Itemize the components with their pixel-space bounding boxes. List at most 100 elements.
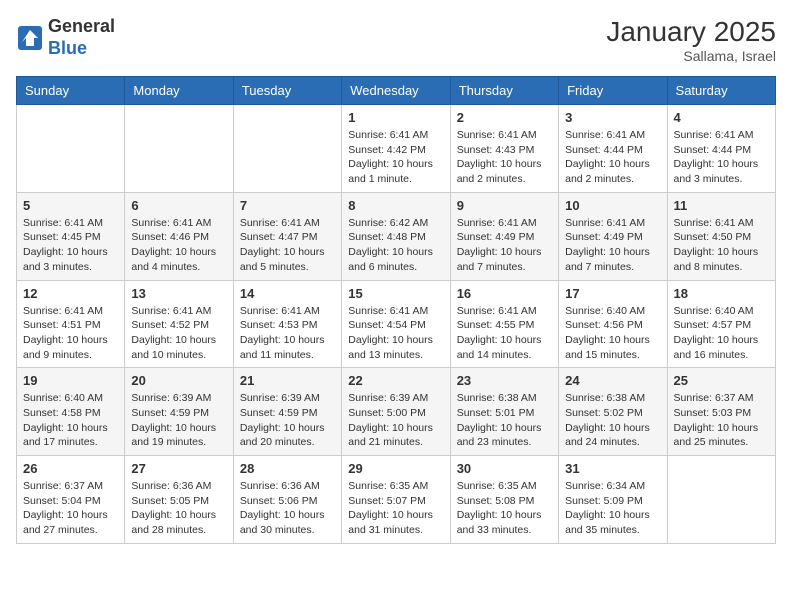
day-info: Sunrise: 6:36 AMSunset: 5:06 PMDaylight:…	[240, 479, 335, 538]
calendar-cell	[125, 105, 233, 193]
calendar-cell: 31 Sunrise: 6:34 AMSunset: 5:09 PMDayligh…	[559, 456, 667, 544]
calendar-cell	[233, 105, 341, 193]
month-year-title: January 2025	[606, 16, 776, 48]
day-number: 31	[565, 461, 660, 476]
day-info: Sunrise: 6:42 AMSunset: 4:48 PMDaylight:…	[348, 216, 443, 275]
calendar-cell: 6Sunrise: 6:41 AMSunset: 4:46 PMDaylight…	[125, 192, 233, 280]
logo-blue-text: Blue	[48, 38, 87, 58]
logo-icon	[16, 24, 44, 52]
day-number: 5	[23, 198, 118, 213]
day-info: Sunrise: 6:40 AMSunset: 4:57 PMDaylight:…	[674, 304, 769, 363]
calendar-week-row: 1 Sunrise: 6:41 AMSunset: 4:42 PMDaylight…	[17, 105, 776, 193]
day-info: Sunrise: 6:37 AMSunset: 5:03 PMDaylight:…	[674, 391, 769, 450]
day-info: Sunrise: 6:35 AMSunset: 5:08 PMDaylight:…	[457, 479, 552, 538]
day-number: 20	[131, 373, 226, 388]
calendar-cell: 15 Sunrise: 6:41 AMSunset: 4:54 PMDayligh…	[342, 280, 450, 368]
calendar-cell: 2 Sunrise: 6:41 AMSunset: 4:43 PMDaylight…	[450, 105, 558, 193]
day-number: 30	[457, 461, 552, 476]
calendar-cell: 5Sunrise: 6:41 AMSunset: 4:45 PMDaylight…	[17, 192, 125, 280]
day-number: 24	[565, 373, 660, 388]
calendar-cell: 11Sunrise: 6:41 AMSunset: 4:50 PMDayligh…	[667, 192, 775, 280]
day-number: 22	[348, 373, 443, 388]
day-info: Sunrise: 6:39 AMSunset: 4:59 PMDaylight:…	[131, 391, 226, 450]
calendar-week-row: 12 Sunrise: 6:41 AMSunset: 4:51 PMDayligh…	[17, 280, 776, 368]
calendar-cell: 26 Sunrise: 6:37 AMSunset: 5:04 PMDayligh…	[17, 456, 125, 544]
logo-text: General Blue	[48, 16, 115, 59]
calendar-cell: 4 Sunrise: 6:41 AMSunset: 4:44 PMDaylight…	[667, 105, 775, 193]
day-info: Sunrise: 6:41 AMSunset: 4:50 PMDaylight:…	[674, 216, 769, 275]
day-number: 14	[240, 286, 335, 301]
calendar-cell: 13 Sunrise: 6:41 AMSunset: 4:52 PMDayligh…	[125, 280, 233, 368]
day-info: Sunrise: 6:41 AMSunset: 4:52 PMDaylight:…	[131, 304, 226, 363]
day-number: 25	[674, 373, 769, 388]
day-info: Sunrise: 6:41 AMSunset: 4:44 PMDaylight:…	[565, 128, 660, 187]
calendar-cell: 23Sunrise: 6:38 AMSunset: 5:01 PMDayligh…	[450, 368, 558, 456]
calendar-cell: 10Sunrise: 6:41 AMSunset: 4:49 PMDayligh…	[559, 192, 667, 280]
weekday-header: Saturday	[667, 77, 775, 105]
day-number: 29	[348, 461, 443, 476]
day-info: Sunrise: 6:41 AMSunset: 4:51 PMDaylight:…	[23, 304, 118, 363]
day-number: 21	[240, 373, 335, 388]
calendar-cell: 30 Sunrise: 6:35 AMSunset: 5:08 PMDayligh…	[450, 456, 558, 544]
calendar-cell: 22 Sunrise: 6:39 AMSunset: 5:00 PMDayligh…	[342, 368, 450, 456]
day-info: Sunrise: 6:41 AMSunset: 4:44 PMDaylight:…	[674, 128, 769, 187]
day-info: Sunrise: 6:38 AMSunset: 5:01 PMDaylight:…	[457, 391, 552, 450]
title-block: January 2025 Sallama, Israel	[606, 16, 776, 64]
day-info: Sunrise: 6:34 AMSunset: 5:09 PMDaylight:…	[565, 479, 660, 538]
day-number: 12	[23, 286, 118, 301]
day-info: Sunrise: 6:38 AMSunset: 5:02 PMDaylight:…	[565, 391, 660, 450]
day-info: Sunrise: 6:40 AMSunset: 4:56 PMDaylight:…	[565, 304, 660, 363]
day-info: Sunrise: 6:41 AMSunset: 4:46 PMDaylight:…	[131, 216, 226, 275]
day-number: 18	[674, 286, 769, 301]
day-info: Sunrise: 6:36 AMSunset: 5:05 PMDaylight:…	[131, 479, 226, 538]
calendar-cell: 18 Sunrise: 6:40 AMSunset: 4:57 PMDayligh…	[667, 280, 775, 368]
day-number: 13	[131, 286, 226, 301]
weekday-header: Monday	[125, 77, 233, 105]
day-info: Sunrise: 6:41 AMSunset: 4:53 PMDaylight:…	[240, 304, 335, 363]
calendar-cell: 12 Sunrise: 6:41 AMSunset: 4:51 PMDayligh…	[17, 280, 125, 368]
calendar-cell: 20 Sunrise: 6:39 AMSunset: 4:59 PMDayligh…	[125, 368, 233, 456]
calendar-cell: 19Sunrise: 6:40 AMSunset: 4:58 PMDayligh…	[17, 368, 125, 456]
calendar-cell: 25 Sunrise: 6:37 AMSunset: 5:03 PMDayligh…	[667, 368, 775, 456]
logo-general-text: General	[48, 16, 115, 36]
calendar-cell	[17, 105, 125, 193]
day-number: 15	[348, 286, 443, 301]
day-info: Sunrise: 6:41 AMSunset: 4:42 PMDaylight:…	[348, 128, 443, 187]
calendar-cell: 16Sunrise: 6:41 AMSunset: 4:55 PMDayligh…	[450, 280, 558, 368]
calendar-week-row: 19Sunrise: 6:40 AMSunset: 4:58 PMDayligh…	[17, 368, 776, 456]
day-number: 28	[240, 461, 335, 476]
calendar-cell: 24 Sunrise: 6:38 AMSunset: 5:02 PMDayligh…	[559, 368, 667, 456]
day-number: 7	[240, 198, 335, 213]
calendar-week-row: 26 Sunrise: 6:37 AMSunset: 5:04 PMDayligh…	[17, 456, 776, 544]
day-number: 26	[23, 461, 118, 476]
calendar-cell: 9 Sunrise: 6:41 AMSunset: 4:49 PMDaylight…	[450, 192, 558, 280]
day-number: 1	[348, 110, 443, 125]
calendar-cell	[667, 456, 775, 544]
day-info: Sunrise: 6:37 AMSunset: 5:04 PMDaylight:…	[23, 479, 118, 538]
page-header: General Blue January 2025 Sallama, Israe…	[16, 16, 776, 64]
calendar-cell: 7 Sunrise: 6:41 AMSunset: 4:47 PMDaylight…	[233, 192, 341, 280]
day-number: 19	[23, 373, 118, 388]
day-number: 16	[457, 286, 552, 301]
calendar-cell: 1 Sunrise: 6:41 AMSunset: 4:42 PMDaylight…	[342, 105, 450, 193]
day-info: Sunrise: 6:39 AMSunset: 5:00 PMDaylight:…	[348, 391, 443, 450]
day-info: Sunrise: 6:39 AMSunset: 4:59 PMDaylight:…	[240, 391, 335, 450]
calendar-cell: 29Sunrise: 6:35 AMSunset: 5:07 PMDayligh…	[342, 456, 450, 544]
day-info: Sunrise: 6:41 AMSunset: 4:54 PMDaylight:…	[348, 304, 443, 363]
weekday-header: Thursday	[450, 77, 558, 105]
day-number: 4	[674, 110, 769, 125]
weekday-header: Tuesday	[233, 77, 341, 105]
calendar-cell: 17Sunrise: 6:40 AMSunset: 4:56 PMDayligh…	[559, 280, 667, 368]
calendar-cell: 21 Sunrise: 6:39 AMSunset: 4:59 PMDayligh…	[233, 368, 341, 456]
day-info: Sunrise: 6:41 AMSunset: 4:49 PMDaylight:…	[457, 216, 552, 275]
day-number: 2	[457, 110, 552, 125]
day-number: 9	[457, 198, 552, 213]
weekday-header: Sunday	[17, 77, 125, 105]
day-info: Sunrise: 6:41 AMSunset: 4:49 PMDaylight:…	[565, 216, 660, 275]
calendar-cell: 28 Sunrise: 6:36 AMSunset: 5:06 PMDayligh…	[233, 456, 341, 544]
calendar-week-row: 5Sunrise: 6:41 AMSunset: 4:45 PMDaylight…	[17, 192, 776, 280]
calendar-cell: 14 Sunrise: 6:41 AMSunset: 4:53 PMDayligh…	[233, 280, 341, 368]
day-info: Sunrise: 6:41 AMSunset: 4:43 PMDaylight:…	[457, 128, 552, 187]
day-number: 8	[348, 198, 443, 213]
day-info: Sunrise: 6:41 AMSunset: 4:47 PMDaylight:…	[240, 216, 335, 275]
